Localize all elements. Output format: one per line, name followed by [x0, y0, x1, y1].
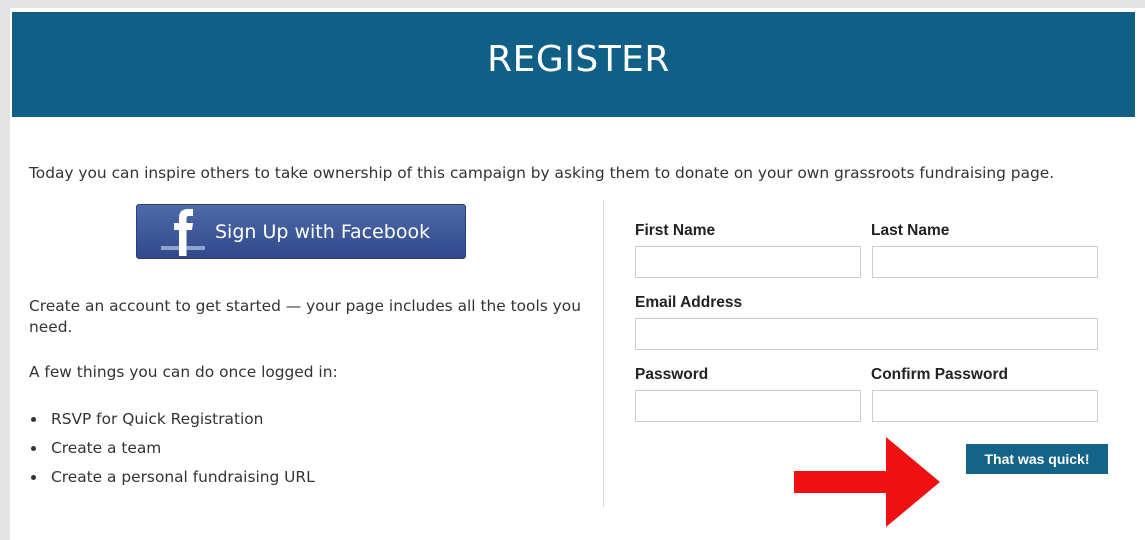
list-item-label: Create a personal fundraising URL — [51, 468, 315, 486]
right-arrow-icon — [794, 437, 940, 527]
email-label: Email Address — [635, 294, 743, 311]
first-name-label: First Name — [635, 222, 716, 239]
bullet-icon — [31, 417, 36, 422]
intro-text: Today you can inspire others to take own… — [29, 164, 1055, 182]
list-item-label: RSVP for Quick Registration — [51, 410, 264, 428]
facebook-signup-label: Sign Up with Facebook — [215, 220, 431, 243]
list-item: RSVP for Quick Registration — [29, 405, 315, 434]
list-item: Create a team — [29, 434, 315, 463]
list-item-label: Create a team — [51, 439, 162, 457]
features-intro-text: A few things you can do once logged in: — [29, 363, 338, 381]
column-divider — [603, 200, 604, 507]
bullet-icon — [31, 475, 36, 480]
facebook-f-icon — [161, 206, 205, 258]
email-field[interactable] — [635, 318, 1098, 350]
confirm-password-label: Confirm Password — [871, 366, 1008, 383]
last-name-label: Last Name — [871, 222, 950, 239]
facebook-signup-button[interactable]: Sign Up with Facebook — [136, 204, 466, 259]
password-label: Password — [635, 366, 709, 383]
list-item: Create a personal fundraising URL — [29, 463, 315, 492]
password-field[interactable] — [635, 390, 861, 422]
last-name-field[interactable] — [872, 246, 1098, 278]
create-account-text: Create an account to get started — your … — [29, 297, 581, 336]
first-name-field[interactable] — [635, 246, 861, 278]
confirm-password-field[interactable] — [872, 390, 1098, 422]
register-header: REGISTER — [12, 12, 1135, 117]
bullet-icon — [31, 446, 36, 451]
page-title: REGISTER — [487, 39, 670, 80]
features-list: RSVP for Quick Registration Create a tea… — [29, 405, 315, 492]
submit-button[interactable]: That was quick! — [966, 444, 1108, 474]
